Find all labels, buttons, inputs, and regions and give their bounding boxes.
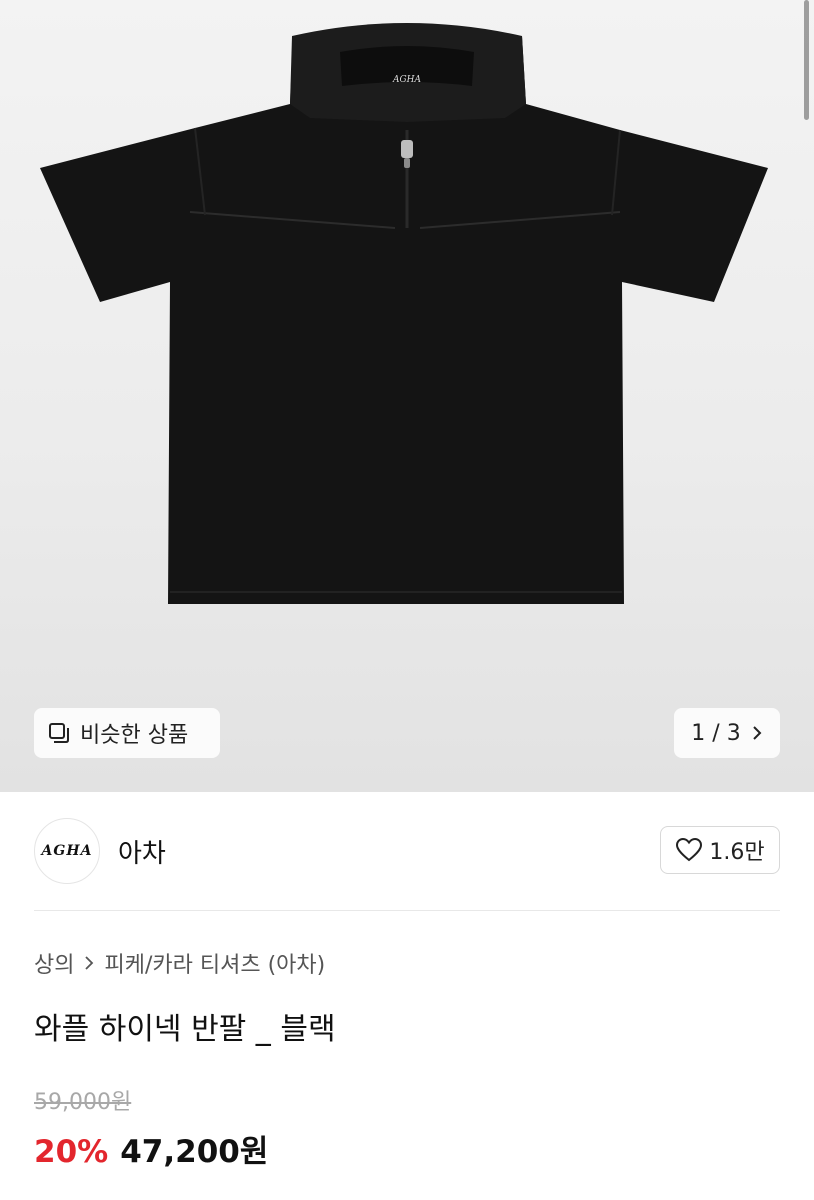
chevron-right-icon xyxy=(85,956,94,970)
similar-products-label: 비슷한 상품 xyxy=(80,723,189,748)
svg-text:AGHA: AGHA xyxy=(392,75,422,85)
brand-logo[interactable]: AGHA xyxy=(34,818,100,884)
like-count: 1.6만 xyxy=(709,840,765,865)
breadcrumb: 상의 피케/카라 티셔츠 (아차) xyxy=(34,948,325,978)
sale-price: 47,200원 xyxy=(120,1134,269,1170)
product-title: 와플 하이넥 반팔 _ 블랙 xyxy=(34,1012,336,1047)
product-photo: AGHA xyxy=(40,23,768,604)
image-pager-text: 1 / 3 xyxy=(691,720,741,746)
brand-logo-text: AGHA xyxy=(41,843,93,859)
similar-products-icon xyxy=(49,723,69,743)
original-price: 59,000원 xyxy=(34,1090,132,1115)
breadcrumb-category[interactable]: 상의 xyxy=(34,947,74,979)
divider xyxy=(34,910,780,911)
breadcrumb-subcategory[interactable]: 피케/카라 티셔츠 (아차) xyxy=(104,947,325,979)
brand-name[interactable]: 아차 xyxy=(118,833,166,870)
chevron-right-icon xyxy=(752,726,762,740)
brand-row: AGHA 아차 1.6만 xyxy=(34,816,780,886)
product-image-carousel[interactable]: AGHA 비슷한 상품 1 / 3 xyxy=(0,0,814,792)
price-row: 20% 47,200원 xyxy=(34,1126,268,1171)
image-pager-button[interactable]: 1 / 3 xyxy=(674,708,780,758)
scrollbar[interactable] xyxy=(804,0,809,120)
similar-products-button[interactable]: 비슷한 상품 xyxy=(34,708,220,758)
heart-icon xyxy=(676,837,703,862)
discount-rate: 20% xyxy=(34,1134,109,1170)
like-button[interactable]: 1.6만 xyxy=(660,826,780,874)
